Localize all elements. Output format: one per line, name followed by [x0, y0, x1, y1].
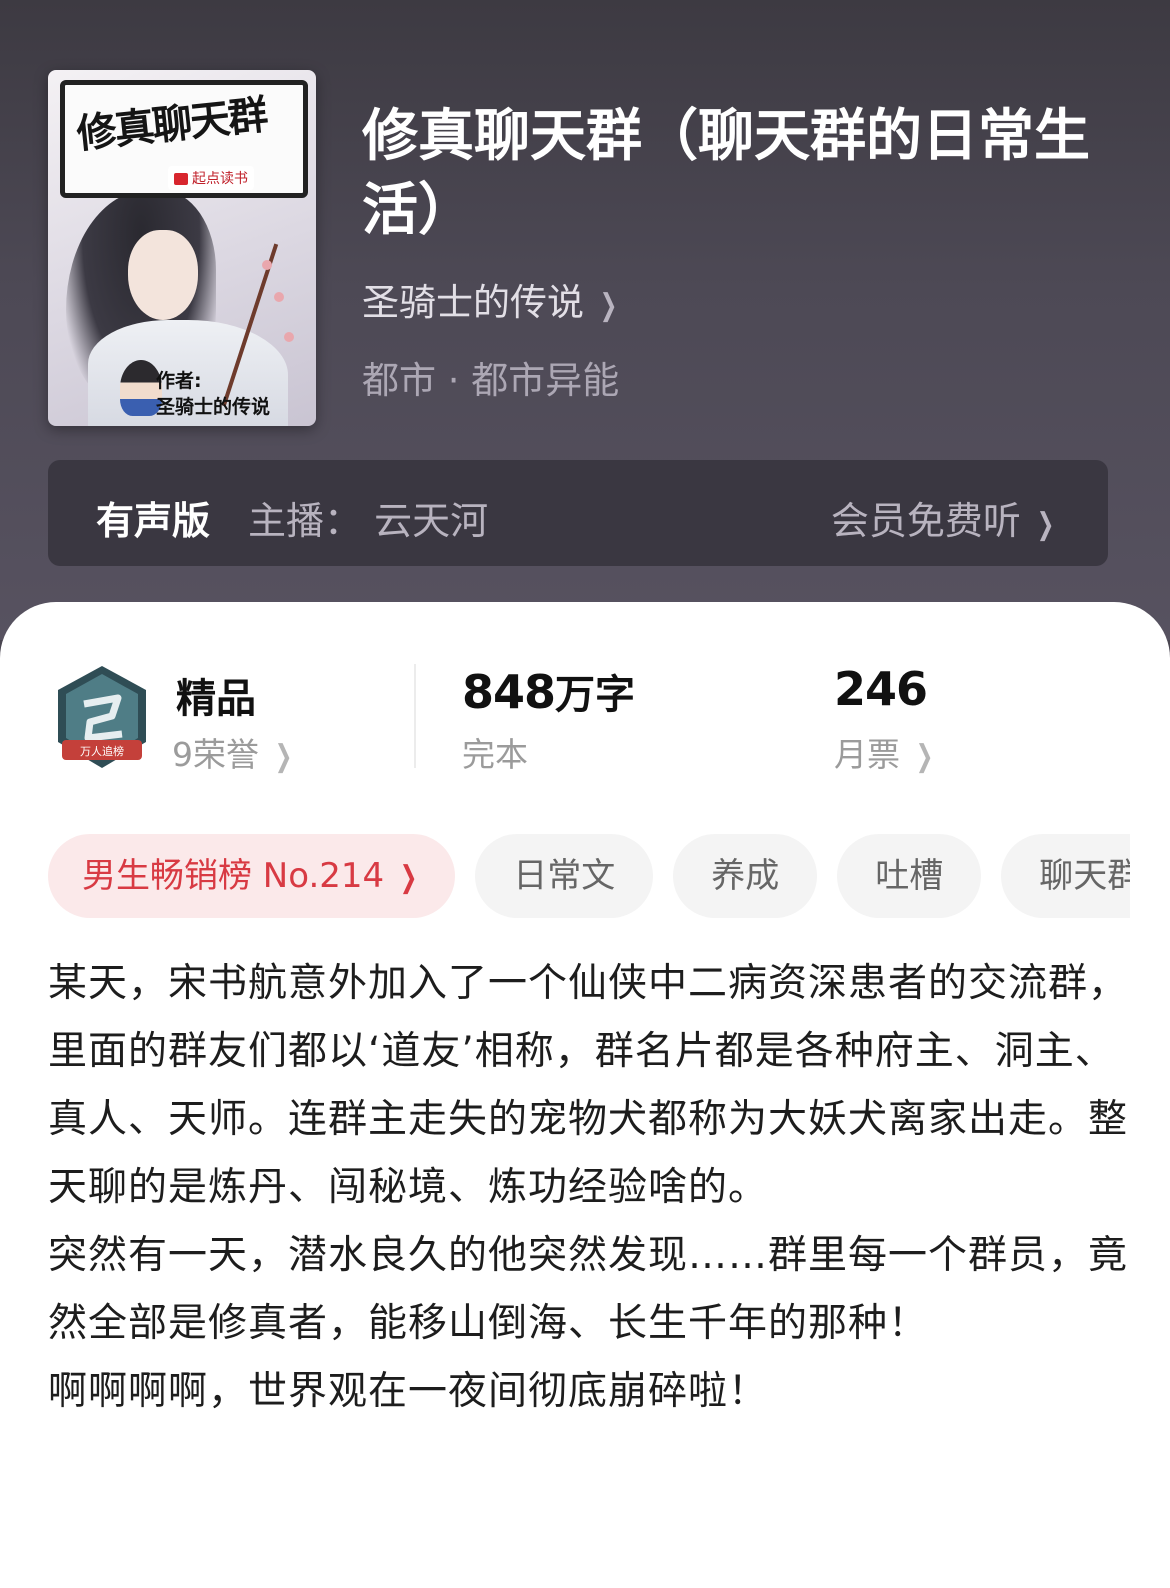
- book-title: 修真聊天群（聊天群的日常生活）: [362, 104, 1090, 243]
- cover-publisher-badge: 起点读书: [168, 166, 254, 190]
- tag-item[interactable]: 吐槽: [837, 834, 982, 918]
- cover-author-label: 作者:: [156, 370, 202, 392]
- author-link[interactable]: 圣骑士的传说 ❯: [362, 272, 621, 326]
- free-listen-label: 会员免费听: [830, 499, 1021, 543]
- author-name: 圣骑士的传说: [362, 281, 584, 324]
- description-paragraph: 啊啊啊啊，世界观在一夜间彻底崩碎啦！: [48, 1369, 769, 1414]
- ranking-tag-label: 男生畅销榜 No.214: [82, 856, 385, 896]
- cover-blossom: [274, 292, 284, 302]
- cover-illustration-face: [128, 230, 198, 320]
- monthly-tickets-link[interactable]: 月票 ❯: [834, 728, 937, 776]
- publisher-logo-icon: [174, 173, 188, 185]
- audio-version-bar[interactable]: 有声版 主播： 云天河 会员免费听 ❯: [48, 460, 1108, 566]
- stats-divider: [414, 664, 416, 768]
- tag-item[interactable]: 养成: [673, 834, 818, 918]
- free-listen-button[interactable]: 会员免费听 ❯: [831, 490, 1058, 545]
- cover-publisher: 起点读书: [192, 171, 248, 187]
- cover-author: 作者: 圣骑士的传说: [156, 368, 270, 420]
- audio-version-label: 有声版: [96, 499, 211, 543]
- description-paragraph: 突然有一天，潜水良久的他突然发现……群里每一个群员，竟然全部是修真者，能移山倒海…: [48, 1233, 1129, 1346]
- tag-list: 男生畅销榜 No.214 ❯ 日常文 养成 吐槽 聊天群: [48, 834, 1130, 920]
- word-count-unit: 万字: [555, 672, 636, 718]
- monthly-tickets-value: 246: [834, 662, 928, 716]
- book-header: 修真聊天群 起点读书 作者: 圣骑士的传说 修真聊天群（聊天群的日常生活） 圣骑…: [0, 0, 1170, 640]
- cover-blossom: [284, 332, 294, 342]
- book-genre: 都市 · 都市异能: [362, 359, 620, 402]
- monthly-tickets-label: 月票: [834, 735, 900, 774]
- honor-badge-text: 万人追榜: [80, 744, 124, 758]
- honor-badge-icon[interactable]: 万人追榜: [52, 664, 152, 772]
- word-count-value: 848: [462, 665, 556, 719]
- chevron-right-icon: ❯: [1036, 507, 1055, 542]
- honor-count-link[interactable]: 9荣誉 ❯: [172, 728, 296, 776]
- tag-item[interactable]: 聊天群: [1001, 834, 1130, 918]
- book-detail-card: 万人追榜 精品 9荣誉 ❯ 848万字 完本 246 月票 ❯ 男生畅销榜 No.2…: [0, 602, 1170, 1588]
- tag-item[interactable]: 日常文: [475, 834, 654, 918]
- book-cover[interactable]: 修真聊天群 起点读书 作者: 圣骑士的传说: [48, 70, 316, 426]
- audio-host: 主播： 云天河: [248, 499, 489, 543]
- completion-status: 完本: [462, 735, 528, 774]
- book-description: 某天，宋书航意外加入了一个仙侠中二病资深患者的交流群，里面的群友们都以‘道友’相…: [48, 950, 1128, 1426]
- ranking-tag[interactable]: 男生畅销榜 No.214 ❯: [48, 834, 456, 918]
- chevron-right-icon: ❯: [399, 860, 418, 895]
- cover-author-name: 圣骑士的传说: [156, 396, 271, 418]
- honor-level: 精品: [176, 676, 256, 722]
- word-count: 848万字: [462, 662, 635, 720]
- monthly-tickets: 246: [834, 662, 928, 716]
- chevron-right-icon: ❯: [274, 739, 293, 774]
- description-paragraph: 某天，宋书航意外加入了一个仙侠中二病资深患者的交流群，里面的群友们都以‘道友’相…: [48, 961, 1129, 1210]
- cover-blossom: [262, 260, 272, 270]
- honor-count: 9荣誉: [172, 735, 259, 774]
- chevron-right-icon: ❯: [599, 288, 618, 323]
- chevron-right-icon: ❯: [915, 739, 934, 774]
